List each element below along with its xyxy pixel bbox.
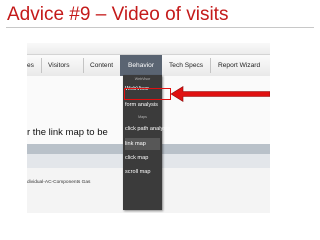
title-divider bbox=[6, 27, 314, 28]
pointer-arrow-icon bbox=[170, 85, 270, 103]
screenshot-frame: es Visitors Content Behavior Tech Specs … bbox=[27, 43, 270, 213]
slide-title: Advice #9 – Video of visits bbox=[7, 4, 229, 25]
